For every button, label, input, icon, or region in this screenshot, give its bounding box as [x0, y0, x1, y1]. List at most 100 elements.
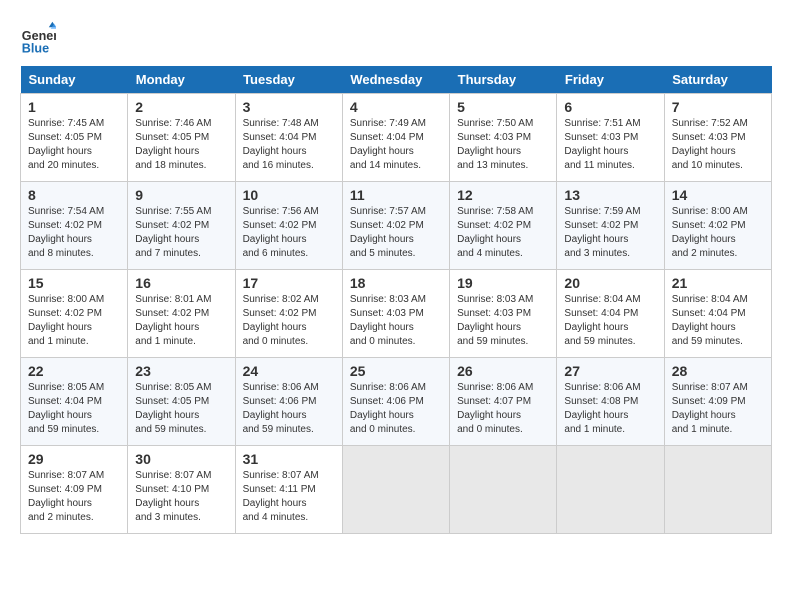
logo: General Blue	[20, 20, 56, 56]
day-number: 7	[672, 99, 764, 115]
day-cell-23: 23 Sunrise: 8:05 AMSunset: 4:05 PMDayligh…	[128, 358, 235, 446]
day-number: 4	[350, 99, 442, 115]
calendar-week-3: 15 Sunrise: 8:00 AMSunset: 4:02 PMDayligh…	[21, 270, 772, 358]
day-number: 14	[672, 187, 764, 203]
day-info: Sunrise: 8:03 AMSunset: 4:03 PMDaylight …	[350, 293, 442, 349]
day-cell-29: 29 Sunrise: 8:07 AMSunset: 4:09 PMDayligh…	[21, 446, 128, 534]
day-cell-12: 12 Sunrise: 7:58 AMSunset: 4:02 PMDayligh…	[450, 182, 557, 270]
day-info: Sunrise: 8:03 AMSunset: 4:03 PMDaylight …	[457, 293, 549, 349]
day-cell-9: 9Sunrise: 7:55 AMSunset: 4:02 PMDaylight…	[128, 182, 235, 270]
day-info: Sunrise: 8:06 AMSunset: 4:07 PMDaylight …	[457, 381, 549, 437]
day-number: 20	[564, 275, 656, 291]
day-info: Sunrise: 7:57 AMSunset: 4:02 PMDaylight …	[350, 205, 442, 261]
calendar-week-5: 29 Sunrise: 8:07 AMSunset: 4:09 PMDayligh…	[21, 446, 772, 534]
day-number: 15	[28, 275, 120, 291]
day-number: 3	[243, 99, 335, 115]
day-info: Sunrise: 8:01 AMSunset: 4:02 PMDaylight …	[135, 293, 227, 349]
column-header-thursday: Thursday	[450, 66, 557, 94]
page-header: General Blue	[20, 20, 772, 56]
day-number: 24	[243, 363, 335, 379]
day-cell-8: 8 Sunrise: 7:54 AMSunset: 4:02 PMDaylight…	[21, 182, 128, 270]
day-number: 23	[135, 363, 227, 379]
calendar-week-4: 22Sunrise: 8:05 AMSunset: 4:04 PMDayligh…	[21, 358, 772, 446]
empty-cell	[557, 446, 664, 534]
day-info: Sunrise: 8:05 AMSunset: 4:04 PMDaylight …	[28, 381, 120, 437]
day-number: 27	[564, 363, 656, 379]
day-info: Sunrise: 7:45 AMSunset: 4:05 PMDaylight …	[28, 117, 120, 173]
day-info: Sunrise: 7:46 AMSunset: 4:05 PMDaylight …	[135, 117, 227, 173]
day-number: 30	[135, 451, 227, 467]
day-number: 25	[350, 363, 442, 379]
day-cell-27: 27 Sunrise: 8:06 AMSunset: 4:08 PMDayligh…	[557, 358, 664, 446]
day-info: Sunrise: 8:07 AMSunset: 4:09 PMDaylight …	[672, 381, 764, 437]
day-number: 21	[672, 275, 764, 291]
day-number: 17	[243, 275, 335, 291]
day-cell-21: 21Sunrise: 8:04 AMSunset: 4:04 PMDayligh…	[664, 270, 771, 358]
day-cell-18: 18 Sunrise: 8:03 AMSunset: 4:03 PMDayligh…	[342, 270, 449, 358]
day-number: 12	[457, 187, 549, 203]
day-cell-26: 26 Sunrise: 8:06 AMSunset: 4:07 PMDayligh…	[450, 358, 557, 446]
day-info: Sunrise: 7:55 AMSunset: 4:02 PMDaylight …	[135, 205, 227, 261]
calendar-week-2: 8 Sunrise: 7:54 AMSunset: 4:02 PMDaylight…	[21, 182, 772, 270]
day-cell-4: 4 Sunrise: 7:49 AMSunset: 4:04 PMDaylight…	[342, 94, 449, 182]
column-header-sunday: Sunday	[21, 66, 128, 94]
day-cell-24: 24 Sunrise: 8:06 AMSunset: 4:06 PMDayligh…	[235, 358, 342, 446]
day-info: Sunrise: 8:04 AMSunset: 4:04 PMDaylight …	[564, 293, 656, 349]
logo-icon: General Blue	[20, 20, 56, 56]
day-number: 29	[28, 451, 120, 467]
day-cell-1: 1 Sunrise: 7:45 AMSunset: 4:05 PMDaylight…	[21, 94, 128, 182]
day-cell-31: 31 Sunrise: 8:07 AMSunset: 4:11 PMDayligh…	[235, 446, 342, 534]
day-info: Sunrise: 7:51 AMSunset: 4:03 PMDaylight …	[564, 117, 656, 173]
day-cell-13: 13 Sunrise: 7:59 AMSunset: 4:02 PMDayligh…	[557, 182, 664, 270]
day-cell-16: 16 Sunrise: 8:01 AMSunset: 4:02 PMDayligh…	[128, 270, 235, 358]
day-info: Sunrise: 8:06 AMSunset: 4:06 PMDaylight …	[243, 381, 335, 437]
day-number: 1	[28, 99, 120, 115]
day-number: 8	[28, 187, 120, 203]
day-number: 26	[457, 363, 549, 379]
calendar-table: SundayMondayTuesdayWednesdayThursdayFrid…	[20, 66, 772, 534]
day-cell-14: 14 Sunrise: 8:00 AMSunset: 4:02 PMDayligh…	[664, 182, 771, 270]
day-number: 10	[243, 187, 335, 203]
day-info: Sunrise: 8:00 AMSunset: 4:02 PMDaylight …	[28, 293, 120, 349]
day-info: Sunrise: 8:00 AMSunset: 4:02 PMDaylight …	[672, 205, 764, 261]
calendar-week-1: 1 Sunrise: 7:45 AMSunset: 4:05 PMDaylight…	[21, 94, 772, 182]
day-number: 6	[564, 99, 656, 115]
empty-cell	[450, 446, 557, 534]
day-cell-10: 10 Sunrise: 7:56 AMSunset: 4:02 PMDayligh…	[235, 182, 342, 270]
day-info: Sunrise: 7:58 AMSunset: 4:02 PMDaylight …	[457, 205, 549, 261]
day-cell-5: 5Sunrise: 7:50 AMSunset: 4:03 PMDaylight…	[450, 94, 557, 182]
day-number: 18	[350, 275, 442, 291]
day-cell-15: 15 Sunrise: 8:00 AMSunset: 4:02 PMDayligh…	[21, 270, 128, 358]
day-info: Sunrise: 7:54 AMSunset: 4:02 PMDaylight …	[28, 205, 120, 261]
day-info: Sunrise: 7:49 AMSunset: 4:04 PMDaylight …	[350, 117, 442, 173]
day-cell-17: 17 Sunrise: 8:02 AMSunset: 4:02 PMDayligh…	[235, 270, 342, 358]
day-number: 2	[135, 99, 227, 115]
column-header-friday: Friday	[557, 66, 664, 94]
day-info: Sunrise: 7:56 AMSunset: 4:02 PMDaylight …	[243, 205, 335, 261]
day-number: 16	[135, 275, 227, 291]
day-cell-25: 25Sunrise: 8:06 AMSunset: 4:06 PMDayligh…	[342, 358, 449, 446]
column-header-tuesday: Tuesday	[235, 66, 342, 94]
day-info: Sunrise: 8:07 AMSunset: 4:11 PMDaylight …	[243, 469, 335, 525]
day-number: 11	[350, 187, 442, 203]
day-info: Sunrise: 8:07 AMSunset: 4:10 PMDaylight …	[135, 469, 227, 525]
empty-cell	[342, 446, 449, 534]
day-cell-11: 11 Sunrise: 7:57 AMSunset: 4:02 PMDayligh…	[342, 182, 449, 270]
column-header-monday: Monday	[128, 66, 235, 94]
day-number: 13	[564, 187, 656, 203]
day-info: Sunrise: 7:59 AMSunset: 4:02 PMDaylight …	[564, 205, 656, 261]
day-cell-7: 7 Sunrise: 7:52 AMSunset: 4:03 PMDaylight…	[664, 94, 771, 182]
day-info: Sunrise: 7:52 AMSunset: 4:03 PMDaylight …	[672, 117, 764, 173]
day-cell-28: 28 Sunrise: 8:07 AMSunset: 4:09 PMDayligh…	[664, 358, 771, 446]
day-info: Sunrise: 8:07 AMSunset: 4:09 PMDaylight …	[28, 469, 120, 525]
day-number: 28	[672, 363, 764, 379]
day-info: Sunrise: 8:05 AMSunset: 4:05 PMDaylight …	[135, 381, 227, 437]
column-header-saturday: Saturday	[664, 66, 771, 94]
day-number: 31	[243, 451, 335, 467]
day-info: Sunrise: 8:06 AMSunset: 4:08 PMDaylight …	[564, 381, 656, 437]
empty-cell	[664, 446, 771, 534]
day-cell-19: 19Sunrise: 8:03 AMSunset: 4:03 PMDayligh…	[450, 270, 557, 358]
day-info: Sunrise: 7:48 AMSunset: 4:04 PMDaylight …	[243, 117, 335, 173]
day-info: Sunrise: 8:02 AMSunset: 4:02 PMDaylight …	[243, 293, 335, 349]
day-info: Sunrise: 7:50 AMSunset: 4:03 PMDaylight …	[457, 117, 549, 173]
